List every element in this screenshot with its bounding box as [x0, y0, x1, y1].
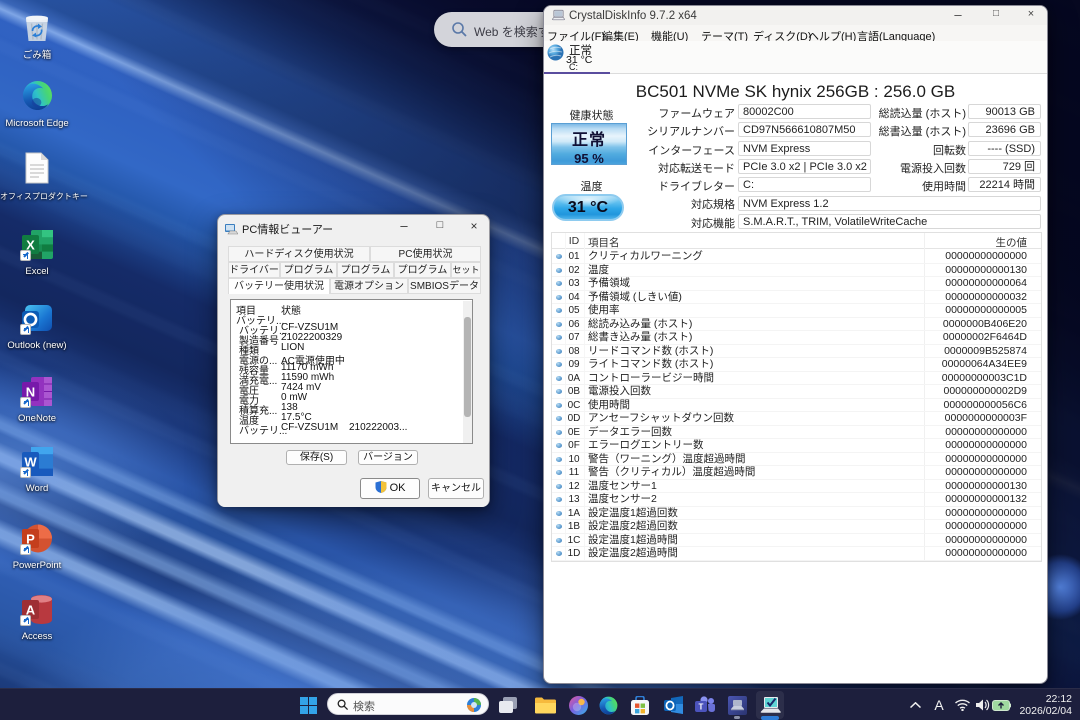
svg-text:T: T	[699, 703, 704, 712]
